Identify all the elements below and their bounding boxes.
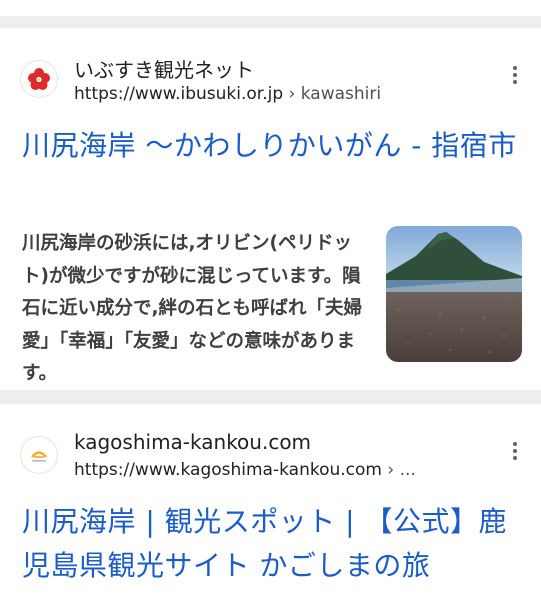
previous-card-edge bbox=[0, 0, 541, 16]
result-title-link[interactable]: 川尻海岸 | 観光スポット | 【公式】鹿児島県観光サイト かごしまの旅 bbox=[22, 500, 527, 588]
result-title-link[interactable]: 川尻海岸 〜かわしりかいがん - 指宿市 bbox=[22, 124, 527, 168]
site-name[interactable]: kagoshima-kankou.com bbox=[74, 430, 311, 454]
search-result-card: kagoshima-kankou.com https://www.kagoshi… bbox=[0, 404, 541, 614]
site-url[interactable]: https://www.kagoshima-kankou.com › ... bbox=[74, 460, 416, 480]
site-name[interactable]: いぶすき観光ネット bbox=[74, 54, 254, 83]
more-options-icon[interactable] bbox=[511, 442, 519, 460]
url-breadcrumb: › kawashiri bbox=[283, 84, 382, 104]
more-options-icon[interactable] bbox=[511, 66, 519, 84]
url-domain: https://www.ibusuki.or.jp bbox=[74, 84, 284, 104]
kagoshima-sun-logo-icon[interactable] bbox=[20, 436, 58, 474]
url-breadcrumb: › ... bbox=[381, 460, 416, 480]
url-domain: https://www.kagoshima-kankou.com bbox=[74, 460, 382, 480]
red-flower-logo-icon[interactable] bbox=[20, 60, 58, 98]
result-snippet: 川尻海岸の砂浜には,オリビン(ペリドット)が微少ですが砂に混じっています。隕石に… bbox=[22, 233, 363, 384]
beach-with-mountain-photo[interactable] bbox=[386, 226, 522, 362]
search-result-card: いぶすき観光ネット https://www.ibusuki.or.jp › ka… bbox=[0, 28, 541, 390]
site-url[interactable]: https://www.ibusuki.or.jp › kawashiri bbox=[74, 84, 381, 104]
